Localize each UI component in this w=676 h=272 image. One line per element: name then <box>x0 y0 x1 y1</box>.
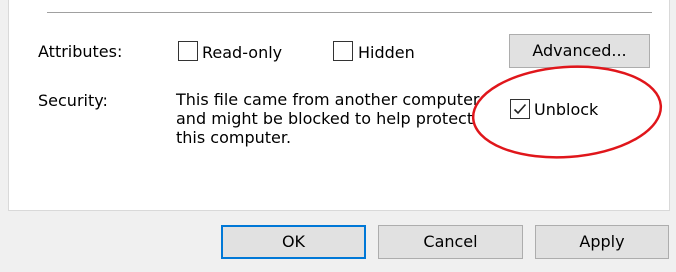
attributes-label: Attributes: <box>38 42 123 61</box>
readonly-label[interactable]: Read-only <box>202 43 282 63</box>
ok-button[interactable]: OK <box>221 225 366 259</box>
unblock-checkbox[interactable] <box>510 99 530 119</box>
checkmark-icon <box>513 103 527 115</box>
hidden-checkbox[interactable] <box>333 41 353 61</box>
advanced-button[interactable]: Advanced... <box>509 34 650 68</box>
file-properties-dialog: Attributes: Read-only Hidden Advanced...… <box>0 0 676 272</box>
apply-button[interactable]: Apply <box>535 225 669 259</box>
security-label: Security: <box>38 91 108 110</box>
separator-line <box>47 12 652 13</box>
readonly-checkbox[interactable] <box>178 41 198 61</box>
hidden-label[interactable]: Hidden <box>358 43 415 63</box>
cancel-button[interactable]: Cancel <box>378 225 523 259</box>
security-message-line-3: this computer. <box>176 128 292 147</box>
unblock-label[interactable]: Unblock <box>534 100 598 120</box>
security-message-line-1: This file came from another computer <box>176 90 480 109</box>
security-message: This file came from another computer and… <box>176 90 506 147</box>
security-message-line-2: and might be blocked to help protect <box>176 109 474 128</box>
